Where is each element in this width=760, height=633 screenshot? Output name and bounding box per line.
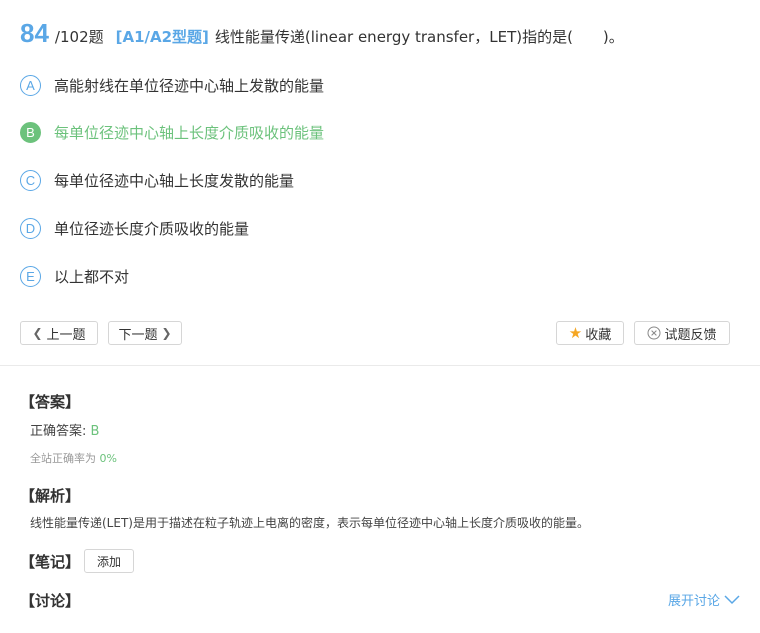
option-text: 每单位径迹中心轴上长度介质吸收的能量 (54, 123, 325, 142)
expand-discussion-link[interactable]: 展开讨论 (668, 590, 740, 609)
discussion-title: 【讨论】 (20, 592, 81, 610)
option-text: 以上都不对 (54, 267, 130, 286)
option-a[interactable]: A 高能射线在单位径迹中心轴上发散的能量 (20, 72, 324, 98)
correct-answer: 正确答案: B (30, 420, 99, 439)
option-d[interactable]: D 单位径迹长度介质吸收的能量 (20, 215, 249, 241)
accuracy-value: 0% (99, 452, 117, 465)
chevron-right-icon: ❯ (161, 326, 172, 340)
expand-discussion-label: 展开讨论 (667, 594, 720, 609)
correct-answer-label: 正确答案: (30, 424, 91, 439)
favorite-button[interactable]: ★ 收藏 (556, 321, 624, 345)
feedback-button[interactable]: 试题反馈 (634, 321, 730, 345)
option-b[interactable]: B 每单位径迹中心轴上长度介质吸收的能量 (20, 119, 324, 145)
option-e[interactable]: E 以上都不对 (20, 263, 129, 289)
option-letter: A (20, 74, 41, 96)
prev-label: 上一题 (46, 327, 86, 343)
notes-title: 【笔记】 (20, 553, 81, 571)
analysis-text: 线性能量传递(LET)是用于描述在粒子轨迹上电离的密度，表示每单位径迹中心轴上长… (30, 516, 589, 530)
option-letter: D (20, 217, 41, 239)
question-text: 线性能量传递(linear energy transfer，LET)指的是( )… (214, 28, 624, 46)
answer-title: 【答案】 (20, 393, 81, 411)
feedback-label: 试题反馈 (664, 327, 717, 343)
favorite-label: 收藏 (585, 327, 612, 343)
question-total: /102题 (54, 28, 104, 46)
section-divider (0, 365, 760, 366)
prev-question-button[interactable]: ❮ 上一题 (20, 321, 98, 345)
option-text: 高能射线在单位径迹中心轴上发散的能量 (54, 76, 325, 95)
question-number: 84 (20, 18, 49, 48)
star-icon: ★ (568, 323, 583, 342)
chevron-down-icon (724, 594, 740, 605)
question-header: 84 /102题 [A1/A2型题] 线性能量传递(linear energy … (20, 18, 624, 54)
option-text: 单位径迹长度介质吸收的能量 (54, 219, 250, 238)
option-letter: B (20, 121, 41, 143)
chevron-left-icon: ❮ (32, 326, 43, 340)
accuracy-label: 全站正确率为 (30, 452, 100, 465)
option-text: 每单位径迹中心轴上长度发散的能量 (54, 171, 295, 190)
accuracy-rate: 全站正确率为 0% (30, 450, 117, 466)
analysis-title: 【解析】 (20, 487, 81, 505)
close-circle-icon (647, 326, 661, 340)
next-question-button[interactable]: 下一题 ❯ (108, 321, 182, 345)
add-note-button[interactable]: 添加 (84, 549, 134, 573)
question-type: [A1/A2型题] (115, 28, 209, 46)
option-letter: C (20, 169, 41, 191)
next-label: 下一题 (118, 327, 158, 343)
option-c[interactable]: C 每单位径迹中心轴上长度发散的能量 (20, 167, 294, 193)
correct-answer-value: B (90, 424, 100, 439)
option-letter: E (20, 265, 41, 287)
